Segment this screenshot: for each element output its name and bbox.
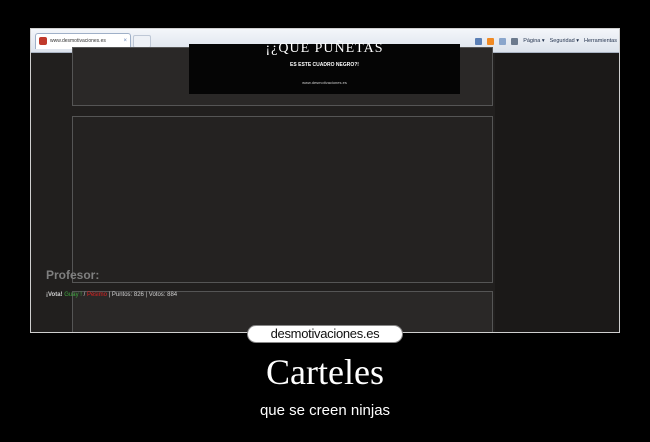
home-icon[interactable] — [475, 37, 483, 45]
poster-subtitle: ES ESTE CUADRO NEGRO?! — [290, 62, 359, 68]
caption-title: Carteles — [266, 352, 384, 392]
page-sidebar — [495, 53, 619, 332]
poster-panel: ¡¿QUE PUÑETAS ES ESTE CUADRO NEGRO?! www… — [72, 41, 493, 106]
tab-label: www.desmotivaciones.es — [50, 38, 106, 44]
site-favicon-icon — [39, 37, 47, 45]
vote-prompt: ¡Vota! — [46, 292, 63, 298]
comment-author: Profesor: — [46, 268, 100, 282]
command-bar: Página ▾ Seguridad ▾ Herramientas — [475, 29, 617, 53]
poster-title: ¡¿QUE PUÑETAS — [265, 41, 384, 56]
web-page: ¡¿QUE PUÑETAS ES ESTE CUADRO NEGRO?! www… — [31, 42, 619, 332]
screenshot-frame: www.desmotivaciones.es × Página ▾ Seguri… — [30, 28, 620, 333]
vote-line: ¡Vota! Guay ! / Pésimo | Puntos: 826 | V… — [46, 292, 177, 298]
print-icon[interactable] — [511, 37, 519, 45]
poster-image: ¡¿QUE PUÑETAS ES ESTE CUADRO NEGRO?! www… — [189, 41, 460, 94]
site-logo: desmotivaciones.es — [247, 325, 403, 343]
black-panel — [72, 116, 493, 283]
poster-url: www.desmotivaciones.es — [302, 80, 347, 85]
caption-subtitle: que se creen ninjas — [259, 402, 391, 419]
vote-no-link[interactable]: Pésimo — [87, 292, 107, 298]
page-menu[interactable]: Página ▾ — [523, 38, 544, 44]
vote-yes-link[interactable]: Guay ! — [64, 292, 82, 298]
feeds-icon[interactable] — [487, 37, 495, 45]
mail-icon[interactable] — [499, 37, 507, 45]
security-menu[interactable]: Seguridad ▾ — [550, 38, 579, 44]
tools-menu[interactable]: Herramientas — [584, 38, 617, 44]
vote-separator: / — [83, 292, 86, 298]
vote-stats: | Puntos: 826 | Votos: 884 — [108, 292, 178, 298]
